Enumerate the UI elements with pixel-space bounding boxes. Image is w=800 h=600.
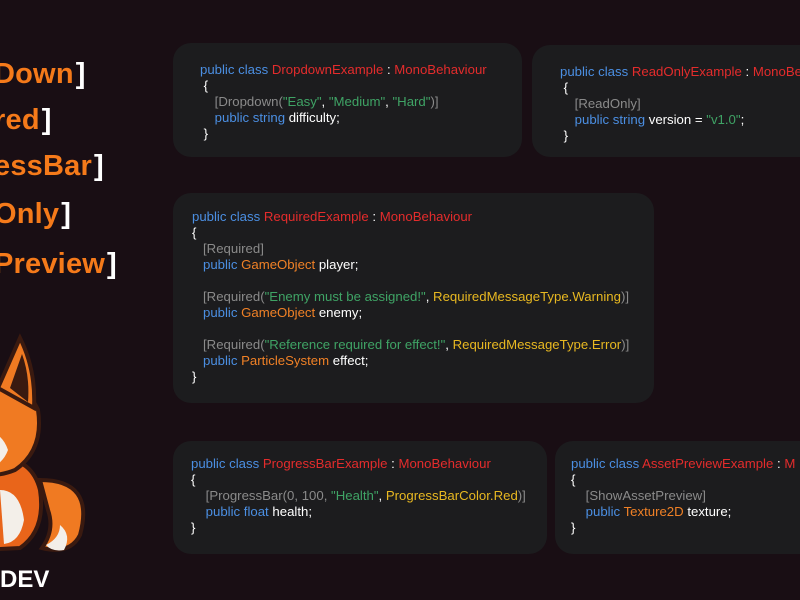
code-block-dropdown: public class DropdownExample : MonoBehav…: [200, 62, 487, 141]
code-block-progressbar: public class ProgressBarExample : MonoBe…: [191, 456, 526, 535]
brand-text: DEV: [0, 566, 50, 593]
code-card-required: public class RequiredExample : MonoBehav…: [173, 193, 654, 403]
code-card-dropdown: public class DropdownExample : MonoBehav…: [173, 43, 522, 157]
attribute-required-label: red]: [0, 104, 52, 136]
attribute-readonly-label: Only]: [0, 198, 72, 230]
code-card-progressbar: public class ProgressBarExample : MonoBe…: [173, 441, 547, 554]
code-block-assetpreview: public class AssetPreviewExample : M { […: [571, 456, 796, 535]
code-block-required: public class RequiredExample : MonoBehav…: [192, 209, 630, 384]
attribute-dropdown-label: Down]: [0, 58, 86, 90]
attribute-progressbar-label: essBar]: [0, 150, 104, 182]
attribute-assetpreview-label: Preview]: [0, 248, 117, 280]
code-card-readonly: public class ReadOnlyExample : MonoBe { …: [532, 45, 800, 157]
fox-mascot-icon: [0, 333, 86, 552]
code-card-assetpreview: public class AssetPreviewExample : M { […: [555, 441, 800, 554]
code-block-readonly: public class ReadOnlyExample : MonoBe { …: [560, 64, 800, 143]
